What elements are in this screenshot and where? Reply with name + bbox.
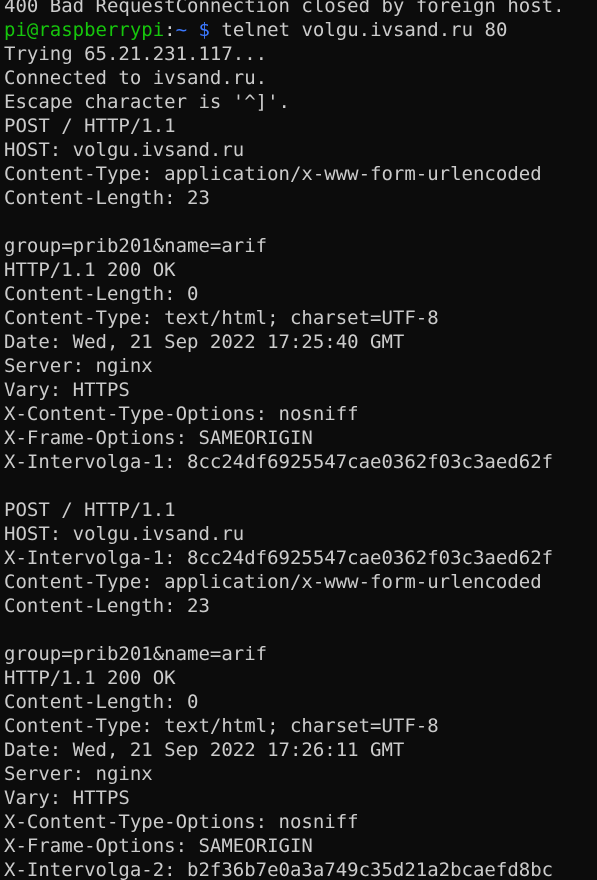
terminal-line: HOST: volgu.ivsand.ru	[4, 523, 245, 545]
terminal-line: Connected to ivsand.ru.	[4, 67, 268, 89]
prompt-line: pi@raspberrypi:~ $ telnet volgu.ivsand.r…	[4, 18, 597, 42]
prompt-path: ~	[175, 19, 188, 41]
terminal-line: POST / HTTP/1.1	[4, 499, 176, 521]
terminal-line: Trying 65.21.231.117...	[4, 43, 268, 65]
terminal-line: Content-Length: 0	[4, 691, 199, 713]
terminal-line: Vary: HTTPS	[4, 787, 130, 809]
terminal-line: X-Frame-Options: SAMEORIGIN	[4, 427, 313, 449]
terminal-line: X-Content-Type-Options: nosniff	[4, 403, 359, 425]
terminal-line: Content-Type: application/x-www-form-url…	[4, 163, 542, 185]
terminal-line: HTTP/1.1 200 OK	[4, 259, 176, 281]
prompt-dollar: $	[198, 19, 210, 41]
terminal-line: X-Intervolga-2: b2f36b7e0a3a749c35d21a2b…	[4, 859, 554, 880]
prompt-user-host: pi@raspberrypi	[4, 19, 165, 41]
prompt-separator: :	[164, 19, 176, 41]
terminal-line: X-Content-Type-Options: nosniff	[4, 811, 359, 833]
terminal-line: X-Intervolga-1: 8cc24df6925547cae0362f03…	[4, 451, 554, 473]
prompt-command: telnet volgu.ivsand.ru 80	[209, 19, 508, 41]
terminal-line: Server: nginx	[4, 763, 153, 785]
terminal-line: Content-Type: text/html; charset=UTF-8	[4, 715, 439, 737]
terminal-line-partial: 400 Bad RequestConnection closed by fore…	[4, 0, 565, 17]
terminal-line: Content-Type: text/html; charset=UTF-8	[4, 307, 439, 329]
terminal-line: POST / HTTP/1.1	[4, 115, 176, 137]
terminal-line: HOST: volgu.ivsand.ru	[4, 139, 245, 161]
terminal-line: Vary: HTTPS	[4, 379, 130, 401]
terminal-output: 400 Bad RequestConnection closed by fore…	[4, 0, 597, 880]
terminal-line: Date: Wed, 21 Sep 2022 17:25:40 GMT	[4, 331, 405, 353]
terminal-window[interactable]: 400 Bad RequestConnection closed by fore…	[0, 0, 597, 880]
terminal-line: X-Intervolga-1: 8cc24df6925547cae0362f03…	[4, 547, 554, 569]
terminal-line: Server: nginx	[4, 355, 153, 377]
terminal-line: Date: Wed, 21 Sep 2022 17:26:11 GMT	[4, 739, 405, 761]
terminal-line: HTTP/1.1 200 OK	[4, 667, 176, 689]
terminal-line: Content-Length: 23	[4, 595, 210, 617]
terminal-line: Content-Length: 0	[4, 283, 199, 305]
terminal-line: X-Frame-Options: SAMEORIGIN	[4, 835, 313, 857]
terminal-line: Content-Type: application/x-www-form-url…	[4, 571, 542, 593]
terminal-line: Escape character is '^]'.	[4, 91, 290, 113]
terminal-line: Content-Length: 23	[4, 187, 210, 209]
terminal-line: group=prib201&name=arif	[4, 643, 268, 665]
terminal-line: group=prib201&name=arif	[4, 235, 268, 257]
